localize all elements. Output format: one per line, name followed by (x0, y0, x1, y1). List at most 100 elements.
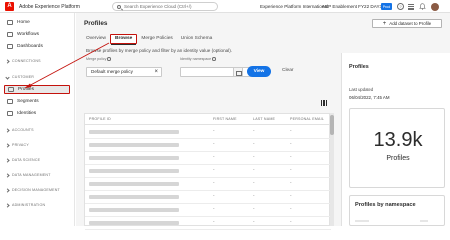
nav-section-administration[interactable]: ADMINISTRATION (5, 202, 70, 208)
sidebar-item-home[interactable]: Home (4, 18, 70, 27)
nav-section-data-science[interactable]: DATA SCIENCE (5, 157, 70, 163)
column-settings-icon[interactable] (321, 100, 328, 107)
empty-cell: - (213, 167, 215, 172)
sidebar-item-dashboards[interactable]: Dashboards (4, 42, 70, 51)
add-dataset-label: Add dataset to Profile (389, 21, 432, 26)
profiles-icon (8, 87, 14, 92)
tab-label: Browse (115, 36, 133, 41)
dashboards-icon (7, 44, 13, 49)
table-row[interactable]: --- (85, 203, 331, 217)
nav-section-connections[interactable]: CONNECTIONS (5, 58, 70, 64)
profile-id-cell[interactable] (89, 156, 179, 160)
profile-id-cell[interactable] (89, 130, 179, 134)
org-switcher[interactable]: Experience Platform International (260, 4, 328, 9)
profile-id-cell[interactable] (89, 221, 179, 225)
last-updated-label: Last updated (349, 87, 374, 92)
table-scrollbar[interactable] (330, 113, 334, 226)
empty-cell: - (290, 206, 292, 211)
namespace-card-placeholder (420, 220, 428, 222)
table-header: PROFILE ID FIRST NAME LAST NAME PERSONAL… (85, 114, 331, 125)
rail-title: Profiles (349, 64, 369, 70)
clear-icon[interactable]: × (154, 68, 158, 76)
table-row[interactable]: --- (85, 164, 331, 178)
table-row[interactable]: --- (85, 216, 331, 230)
nav-section-privacy[interactable]: PRIVACY (5, 142, 70, 148)
info-icon[interactable] (212, 57, 216, 61)
empty-cell: - (213, 128, 215, 133)
merge-policy-select[interactable]: Default merge policy × (86, 67, 162, 77)
profile-id-cell[interactable] (89, 208, 179, 212)
search-placeholder: Search Experience Cloud (Ctrl+/) (124, 4, 192, 9)
merge-policy-value: Default merge policy (91, 69, 133, 74)
column-header-last-name[interactable]: LAST NAME (253, 117, 275, 121)
user-avatar[interactable] (431, 2, 439, 11)
notification-bell-icon[interactable] (419, 3, 426, 10)
table-row[interactable]: --- (85, 177, 331, 191)
help-icon[interactable]: ? (397, 3, 404, 10)
column-header-profile-id[interactable]: PROFILE ID (89, 117, 111, 121)
sidebar-item-label: Segments (17, 99, 39, 104)
empty-cell: - (290, 128, 292, 133)
table-row[interactable]: --- (85, 151, 331, 165)
add-dataset-button[interactable]: + Add dataset to Profile (372, 19, 442, 28)
sidebar-item-segments[interactable]: Segments (4, 97, 70, 106)
sidebar-item-profiles[interactable]: Profiles (4, 85, 70, 94)
nav-section-decision-management[interactable]: DECISION MANAGEMENT (5, 187, 70, 193)
browse-description: Browse profiles by merge policy and filt… (86, 48, 233, 53)
nav-section-label: ACCOUNTS (12, 128, 34, 132)
nav-section-label: CONNECTIONS (12, 59, 41, 63)
empty-cell: - (253, 167, 255, 172)
table-row[interactable]: --- (85, 125, 331, 139)
nav-section-accounts[interactable]: ACCOUNTS (5, 127, 70, 133)
tab-overview[interactable]: Overview (82, 34, 110, 44)
column-header-personal-email[interactable]: PERSONAL EMAIL (290, 117, 324, 121)
profile-id-cell[interactable] (89, 169, 179, 173)
tab-union-schema[interactable]: Union Schema (177, 34, 216, 44)
profile-id-cell[interactable] (89, 195, 179, 199)
profile-count-card: 13.9k Profiles (349, 108, 445, 188)
nav-section-label: CUSTOMER (12, 75, 35, 79)
apps-grid-icon[interactable] (408, 3, 415, 10)
sandbox-switcher[interactable]: AEP Enablement FY22 DAY3 (322, 4, 382, 9)
chevron-right-icon (5, 187, 10, 193)
home-icon (7, 20, 13, 25)
tab-browse[interactable]: Browse (110, 34, 138, 45)
nav-section-label: PRIVACY (12, 143, 29, 147)
tab-merge-policies[interactable]: Merge Policies (137, 34, 176, 44)
sidebar-item-label: Workflows (17, 32, 40, 37)
chevron-right-icon (5, 127, 10, 133)
identities-icon (7, 111, 13, 116)
info-icon[interactable] (107, 57, 111, 61)
chevron-down-icon (5, 74, 10, 80)
scrollbar-thumb[interactable] (330, 115, 334, 135)
search-icon (117, 5, 121, 9)
top-bar: A Adobe Experience Platform Search Exper… (0, 0, 450, 13)
nav-section-data-management[interactable]: DATA MANAGEMENT (5, 172, 70, 178)
table-row[interactable]: --- (85, 138, 331, 152)
environment-badge: Prod (381, 3, 392, 10)
clear-button[interactable]: Clear (282, 68, 293, 73)
empty-cell: - (290, 180, 292, 185)
sidebar-item-identities[interactable]: Identities (4, 109, 70, 118)
main-content: Profiles + Add dataset to Profile Overvi… (76, 13, 450, 230)
profile-id-cell[interactable] (89, 182, 179, 186)
namespace-picker-icon[interactable] (233, 67, 243, 77)
plus-icon: + (382, 20, 387, 27)
profiles-summary-rail: Profiles Last updated 06/04/2022, 7:45 A… (341, 53, 450, 226)
chevron-right-icon (5, 142, 10, 148)
empty-cell: - (213, 193, 215, 198)
adobe-logo-icon[interactable]: A (5, 2, 14, 11)
nav-section-customer[interactable]: CUSTOMER (5, 74, 70, 80)
left-navigation: Home Workflows Dashboards CONNECTIONS CU… (0, 13, 75, 226)
sidebar-item-workflows[interactable]: Workflows (4, 30, 70, 39)
nav-section-label: ADMINISTRATION (12, 203, 46, 207)
empty-cell: - (213, 154, 215, 159)
search-input[interactable]: Search Experience Cloud (Ctrl+/) (112, 2, 218, 11)
profiles-by-namespace-card: Profiles by namespace (349, 195, 445, 226)
last-updated-value: 06/04/2022, 7:45 AM (349, 95, 390, 100)
column-header-first-name[interactable]: FIRST NAME (213, 117, 237, 121)
table-row[interactable]: --- (85, 190, 331, 204)
profile-id-cell[interactable] (89, 143, 179, 147)
view-button[interactable]: View (247, 66, 271, 77)
app-title[interactable]: Adobe Experience Platform (19, 4, 80, 10)
